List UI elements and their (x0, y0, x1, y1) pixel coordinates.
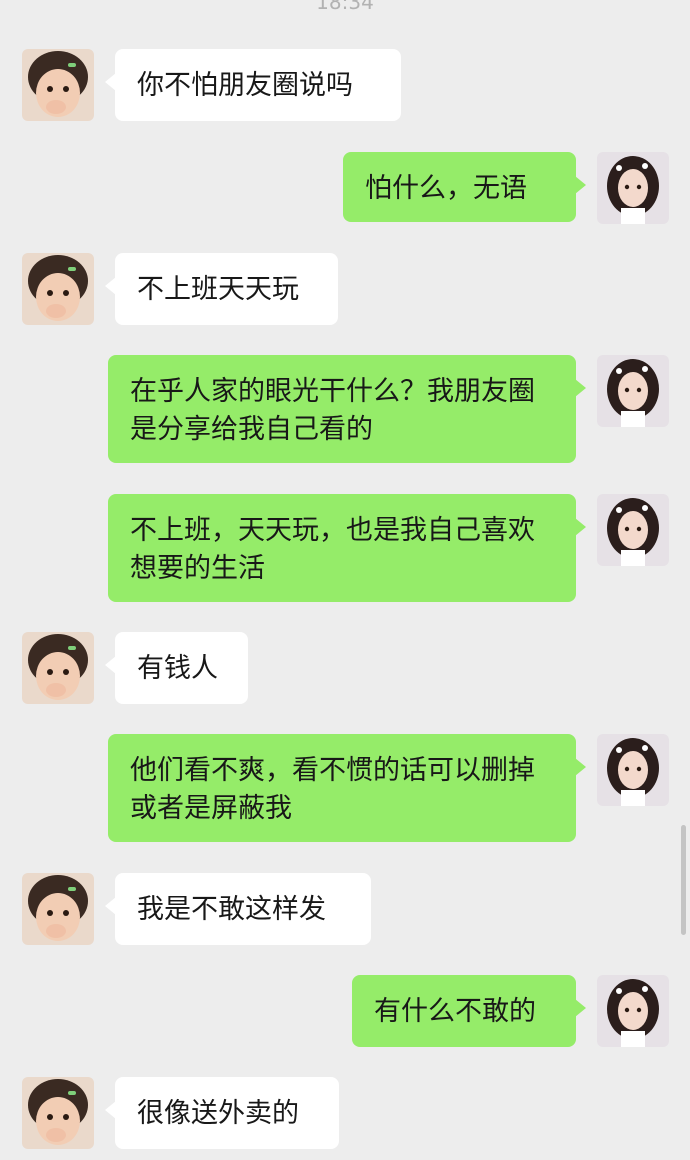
contact-avatar[interactable] (22, 632, 94, 704)
my-avatar[interactable] (597, 975, 669, 1047)
girl-avatar-icon (597, 355, 669, 427)
message-bubble-received[interactable]: 你不怕朋友圈说吗 (105, 49, 401, 121)
contact-avatar[interactable] (22, 253, 94, 325)
scrollbar[interactable] (681, 825, 686, 935)
child-avatar-icon (22, 1077, 94, 1149)
my-avatar[interactable] (597, 355, 669, 427)
message-bubble-received[interactable]: 我是不敢这样发 (105, 873, 371, 945)
message-bubble-received[interactable]: 有钱人 (105, 632, 248, 704)
girl-avatar-icon (597, 975, 669, 1047)
message-bubble-sent[interactable]: 在乎人家的眼光干什么？我朋友圈是分享给我自己看的 (108, 355, 586, 463)
message-bubble-received[interactable]: 很像送外卖的 (105, 1077, 339, 1149)
message-bubble-sent[interactable]: 怕什么，无语 (343, 152, 586, 222)
message-bubble-received[interactable]: 不上班天天玩 (105, 253, 338, 325)
message-timestamp: 18:34 (316, 0, 374, 14)
message-bubble-sent[interactable]: 他们看不爽，看不惯的话可以删掉或者是屏蔽我 (108, 734, 586, 842)
my-avatar[interactable] (597, 734, 669, 806)
message-bubble-sent[interactable]: 有什么不敢的 (352, 975, 586, 1047)
girl-avatar-icon (597, 494, 669, 566)
girl-avatar-icon (597, 152, 669, 224)
child-avatar-icon (22, 873, 94, 945)
contact-avatar[interactable] (22, 873, 94, 945)
my-avatar[interactable] (597, 152, 669, 224)
message-bubble-sent[interactable]: 不上班，天天玩，也是我自己喜欢想要的生活 (108, 494, 586, 602)
girl-avatar-icon (597, 734, 669, 806)
my-avatar[interactable] (597, 494, 669, 566)
child-avatar-icon (22, 253, 94, 325)
child-avatar-icon (22, 632, 94, 704)
child-avatar-icon (22, 49, 94, 121)
contact-avatar[interactable] (22, 49, 94, 121)
contact-avatar[interactable] (22, 1077, 94, 1149)
